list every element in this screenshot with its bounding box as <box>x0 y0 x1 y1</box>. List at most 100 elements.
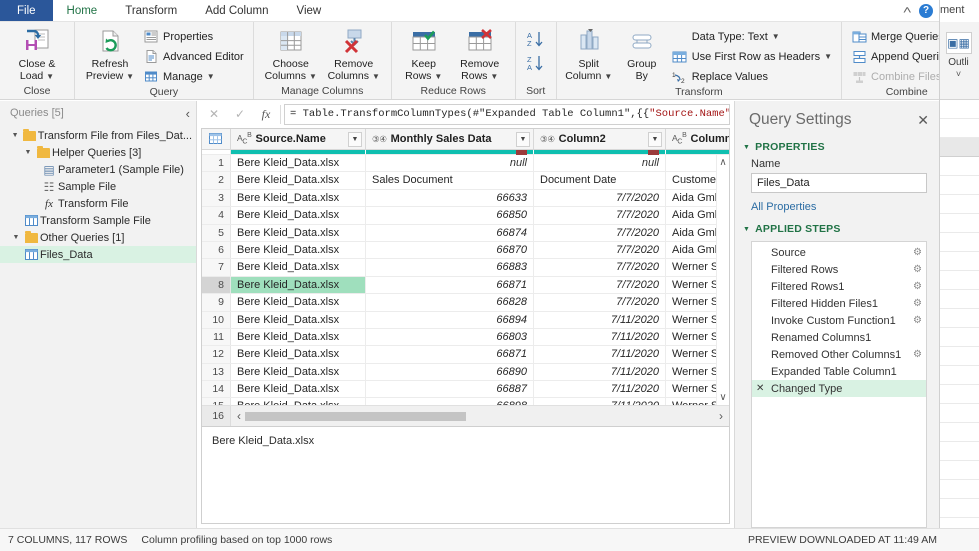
query-item-parameter1[interactable]: ▤ Parameter1 (Sample File) <box>0 161 196 178</box>
table-row[interactable]: 2 Bere Kleid_Data.xlsx Sales Document Do… <box>202 172 729 190</box>
sort-descending-icon[interactable]: Z A <box>527 53 545 73</box>
column-filter-dropdown-icon[interactable]: ▼ <box>348 131 362 147</box>
applied-step-source[interactable]: Source ⚙ <box>752 244 926 261</box>
cell-monthly-sales-data[interactable]: 66887 <box>366 381 534 398</box>
cell-source-name[interactable]: Bere Kleid_Data.xlsx <box>231 294 366 311</box>
hscroll-thumb[interactable] <box>245 411 466 421</box>
cell-column2[interactable]: 7/7/2020 <box>534 224 666 241</box>
column-header-column2[interactable]: ③④ Column2 ▼ <box>534 129 666 149</box>
column-filter-dropdown-icon[interactable]: ▼ <box>516 131 530 147</box>
chevron-down-icon[interactable]: ▼ <box>824 52 832 61</box>
applied-step-removed-other-columns1[interactable]: Removed Other Columns1 ⚙ <box>752 346 926 363</box>
table-row[interactable]: 8 Bere Kleid_Data.xlsx 66871 7/7/2020 We… <box>202 276 729 295</box>
gear-icon[interactable]: ⚙ <box>913 315 922 326</box>
applied-steps-section-header[interactable]: ▼ APPLIED STEPS <box>735 217 939 238</box>
cell-source-name[interactable]: Bere Kleid_Data.xlsx <box>231 311 366 328</box>
gear-icon[interactable]: ⚙ <box>913 264 922 275</box>
query-item-files-data[interactable]: Files_Data <box>0 246 196 263</box>
tab-file[interactable]: File <box>0 0 53 21</box>
query-item-sample-file[interactable]: ☷ Sample File <box>0 178 196 195</box>
table-row[interactable]: 11 Bere Kleid_Data.xlsx 66803 7/11/2020 … <box>202 328 729 347</box>
expander-icon[interactable]: ▼ <box>22 149 34 156</box>
cell-monthly-sales-data[interactable]: 66803 <box>366 328 534 346</box>
cancel-formula-icon[interactable]: ✕ <box>201 104 227 125</box>
applied-step-changed-type[interactable]: ✕ Changed Type <box>752 380 926 397</box>
tab-add-column[interactable]: Add Column <box>191 0 282 21</box>
refresh-preview-button[interactable]: Refresh Preview ▼ <box>81 25 139 82</box>
background-excel-window[interactable]: ment ▣▦ Outli ˅ <box>937 0 979 551</box>
cell-column2[interactable]: 7/11/2020 <box>534 363 666 381</box>
cell-monthly-sales-data[interactable]: 66890 <box>366 363 534 381</box>
gear-icon[interactable]: ⚙ <box>913 281 922 292</box>
chevron-down-icon[interactable]: ▼ <box>434 72 442 81</box>
cell-column2[interactable]: 7/11/2020 <box>534 398 666 405</box>
applied-step-filtered-rows1[interactable]: Filtered Rows1 ⚙ <box>752 278 926 295</box>
column-header-column3[interactable]: ACB Column3 <box>666 129 729 149</box>
merge-queries-button[interactable]: Merge Queries ▼ <box>848 27 939 46</box>
table-row[interactable]: 12 Bere Kleid_Data.xlsx 66871 7/11/2020 … <box>202 346 729 364</box>
cell-source-name[interactable]: Bere Kleid_Data.xlsx <box>231 172 366 189</box>
applied-step-filtered-rows[interactable]: Filtered Rows ⚙ <box>752 261 926 278</box>
step-delete-icon[interactable]: ✕ <box>756 383 769 394</box>
grid-body[interactable]: 1 Bere Kleid_Data.xlsx null null 2 Bere … <box>202 155 729 405</box>
quality-bar-monthly-sales-data[interactable] <box>366 150 534 155</box>
cell-source-name[interactable]: Bere Kleid_Data.xlsx <box>231 328 366 346</box>
table-row[interactable]: 3 Bere Kleid_Data.xlsx 66633 7/7/2020 Ai… <box>202 189 729 208</box>
column-header-source-name[interactable]: ACB Source.Name ▼ <box>231 129 366 149</box>
table-row[interactable]: 9 Bere Kleid_Data.xlsx 66828 7/7/2020 We… <box>202 294 729 312</box>
chevron-down-icon[interactable]: ▼ <box>309 72 317 81</box>
chevron-down-icon[interactable]: ▼ <box>126 72 134 81</box>
cell-monthly-sales-data[interactable]: null <box>366 155 534 172</box>
table-row[interactable]: 6 Bere Kleid_Data.xlsx 66870 7/7/2020 Ai… <box>202 241 729 260</box>
cell-column2[interactable]: 7/7/2020 <box>534 189 666 207</box>
expander-icon[interactable]: ▼ <box>743 226 750 233</box>
cell-monthly-sales-data[interactable]: 66871 <box>366 346 534 363</box>
table-row[interactable]: 4 Bere Kleid_Data.xlsx 66850 7/7/2020 Ai… <box>202 207 729 225</box>
horizontal-scrollbar[interactable]: ‹ › <box>231 406 729 426</box>
cell-monthly-sales-data[interactable]: 66874 <box>366 224 534 241</box>
remove-columns-button[interactable]: Remove Columns ▼ <box>323 25 385 82</box>
properties-section-header[interactable]: ▼ PROPERTIES <box>735 135 939 156</box>
replace-values-button[interactable]: 1 2 Replace Values <box>669 67 835 86</box>
table-row[interactable]: 15 Bere Kleid_Data.xlsx 66898 7/11/2020 … <box>202 398 729 405</box>
vertical-scrollbar[interactable]: ∧ ∨ <box>716 155 729 405</box>
cell-column2[interactable]: Document Date <box>534 172 666 189</box>
cell-column2[interactable]: 7/11/2020 <box>534 311 666 328</box>
cell-source-name[interactable]: Bere Kleid_Data.xlsx <box>231 363 366 381</box>
group-by-button[interactable]: Group By <box>616 25 668 82</box>
chevron-down-icon[interactable]: ▼ <box>604 72 612 81</box>
applied-step-renamed-columns1[interactable]: Renamed Columns1 <box>752 329 926 346</box>
keep-rows-button[interactable]: Keep Rows ▼ <box>398 25 450 82</box>
cell-monthly-sales-data[interactable]: 66871 <box>366 276 534 294</box>
cell-source-name[interactable]: Bere Kleid_Data.xlsx <box>231 155 366 172</box>
status-column-profiling[interactable]: Column profiling based on top 1000 rows <box>141 534 332 546</box>
gear-icon[interactable]: ⚙ <box>913 247 922 258</box>
collapse-queries-pane-icon[interactable]: ‹ <box>186 106 190 121</box>
append-queries-button[interactable]: Append Queries ▼ <box>848 47 939 66</box>
cell-column2[interactable]: 7/7/2020 <box>534 276 666 294</box>
manage-button[interactable]: Manage ▼ <box>140 67 247 86</box>
tab-transform[interactable]: Transform <box>111 0 191 21</box>
help-icon[interactable]: ? <box>919 3 933 18</box>
close-icon[interactable]: ✕ <box>917 112 929 129</box>
query-item-other-queries[interactable]: ▼ Other Queries [1] <box>0 229 196 246</box>
use-first-row-as-headers-button[interactable]: Use First Row as Headers ▼ <box>669 47 835 66</box>
split-column-button[interactable]: Split Column ▼ <box>563 25 615 82</box>
select-all-table-icon[interactable] <box>202 129 231 149</box>
table-row[interactable]: 1 Bere Kleid_Data.xlsx null null <box>202 155 729 173</box>
properties-button[interactable]: Properties <box>140 27 247 46</box>
chevron-down-icon[interactable]: ▼ <box>490 72 498 81</box>
chevron-down-icon[interactable]: ˅ <box>938 69 979 79</box>
cell-column2[interactable]: 7/11/2020 <box>534 381 666 398</box>
table-row[interactable]: 5 Bere Kleid_Data.xlsx 66874 7/7/2020 Ai… <box>202 224 729 242</box>
cell-monthly-sales-data[interactable]: 66850 <box>366 207 534 224</box>
all-properties-link[interactable]: All Properties <box>735 193 939 217</box>
gear-icon[interactable]: ⚙ <box>913 298 922 309</box>
query-item-helper-queries[interactable]: ▼ Helper Queries [3] <box>0 144 196 161</box>
cell-column2[interactable]: 7/7/2020 <box>534 259 666 276</box>
cell-monthly-sales-data[interactable]: 66894 <box>366 311 534 328</box>
query-item-transform-file[interactable]: fx Transform File <box>0 195 196 212</box>
cell-column2[interactable]: 7/11/2020 <box>534 346 666 363</box>
accept-formula-icon[interactable]: ✓ <box>227 104 253 125</box>
cell-monthly-sales-data[interactable]: 66633 <box>366 189 534 207</box>
